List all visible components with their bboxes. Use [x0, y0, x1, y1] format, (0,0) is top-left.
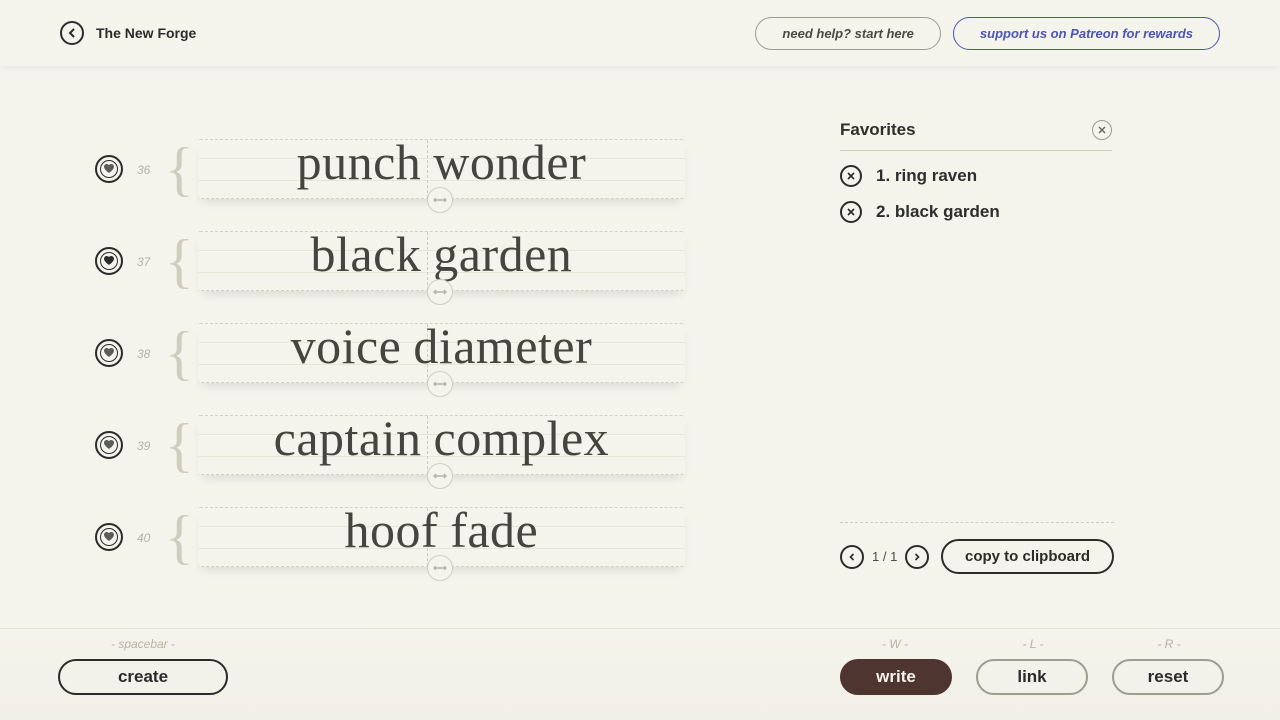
chevron-left-icon [848, 553, 856, 561]
word-right: wonder [427, 134, 586, 190]
heart-icon [103, 531, 115, 543]
word-right: fade [444, 502, 538, 558]
word-left: punch [297, 134, 428, 190]
word-pair-row: 38 { voicediameter [95, 309, 815, 401]
swap-icon [433, 195, 447, 205]
swap-icon [433, 471, 447, 481]
favorite-label: 2. black garden [876, 202, 1000, 222]
heart-icon [103, 347, 115, 359]
favorite-remove-button[interactable] [840, 201, 862, 223]
word-pair-row: 39 { captaincomplex [95, 401, 815, 493]
swap-icon [433, 379, 447, 389]
copy-clipboard-button[interactable]: copy to clipboard [941, 539, 1114, 574]
favorite-remove-button[interactable] [840, 165, 862, 187]
brace-icon: { [165, 415, 194, 475]
bottom-bar: - spacebar - - W - - L - - R - create wr… [0, 628, 1280, 720]
favorite-item: 2. black garden [840, 201, 1112, 223]
link-button[interactable]: link [976, 659, 1088, 695]
swap-handle[interactable] [427, 279, 453, 305]
word-right: garden [427, 226, 572, 282]
pager-prev-button[interactable] [840, 545, 864, 569]
word-pair[interactable]: voicediameter [198, 323, 815, 383]
favorites-footer: 1 / 1 copy to clipboard [840, 522, 1114, 574]
close-icon [847, 172, 855, 180]
heart-icon [103, 163, 115, 175]
swap-icon [433, 287, 447, 297]
reset-hint: - R - [1084, 637, 1254, 651]
row-index: 36 [137, 163, 155, 177]
brace-icon: { [165, 323, 194, 383]
brace-icon: { [165, 139, 194, 199]
create-button[interactable]: create [58, 659, 228, 695]
favorite-item: 1. ring raven [840, 165, 1112, 187]
header-bar: The New Forge need help? start here supp… [0, 0, 1280, 66]
brace-icon: { [165, 231, 194, 291]
help-button[interactable]: need help? start here [755, 17, 940, 50]
word-pair-row: 40 { hooffade [95, 493, 815, 585]
swap-icon [433, 563, 447, 573]
row-index: 37 [137, 255, 155, 269]
swap-handle[interactable] [427, 555, 453, 581]
row-index: 39 [137, 439, 155, 453]
favorite-toggle-button[interactable] [95, 431, 123, 459]
word-pair-row: 37 { blackgarden [95, 217, 815, 309]
word-pair[interactable]: hooffade [198, 507, 815, 567]
pager-indicator: 1 / 1 [872, 549, 897, 564]
close-icon [847, 208, 855, 216]
word-right: complex [428, 410, 610, 466]
patreon-button[interactable]: support us on Patreon for rewards [953, 17, 1220, 50]
chevron-left-icon [67, 28, 77, 38]
close-icon [1098, 126, 1106, 134]
reset-button[interactable]: reset [1112, 659, 1224, 695]
favorites-close-button[interactable] [1092, 120, 1112, 140]
chevron-right-icon [913, 553, 921, 561]
favorite-toggle-button[interactable] [95, 155, 123, 183]
row-index: 40 [137, 531, 155, 545]
word-left: voice [291, 318, 408, 374]
word-left: hoof [345, 502, 445, 558]
swap-handle[interactable] [427, 371, 453, 397]
word-pair[interactable]: blackgarden [198, 231, 815, 291]
page-title: The New Forge [96, 25, 196, 41]
brace-icon: { [165, 507, 194, 567]
word-pair-row: 36 { punchwonder [95, 125, 815, 217]
word-left: captain [274, 410, 428, 466]
favorite-toggle-button[interactable] [95, 339, 123, 367]
favorite-toggle-button[interactable] [95, 523, 123, 551]
write-button[interactable]: write [840, 659, 952, 695]
heart-icon [103, 439, 115, 451]
favorites-title: Favorites [840, 120, 1092, 140]
favorites-header: Favorites [840, 120, 1112, 151]
favorite-toggle-button[interactable] [95, 247, 123, 275]
pager-next-button[interactable] [905, 545, 929, 569]
back-button[interactable] [60, 21, 84, 45]
word-pair-list: 36 { punchwonder 37 { blackgarden [95, 125, 815, 585]
row-index: 38 [137, 347, 155, 361]
word-left: black [310, 226, 427, 282]
swap-handle[interactable] [427, 463, 453, 489]
word-pair[interactable]: captaincomplex [198, 415, 815, 475]
heart-icon [103, 255, 115, 267]
swap-handle[interactable] [427, 187, 453, 213]
favorites-panel: Favorites 1. ring raven 2. black garden [840, 120, 1112, 237]
word-right: diameter [407, 318, 592, 374]
word-pair[interactable]: punchwonder [198, 139, 815, 199]
favorite-label: 1. ring raven [876, 166, 977, 186]
create-hint: - spacebar - [58, 637, 228, 651]
